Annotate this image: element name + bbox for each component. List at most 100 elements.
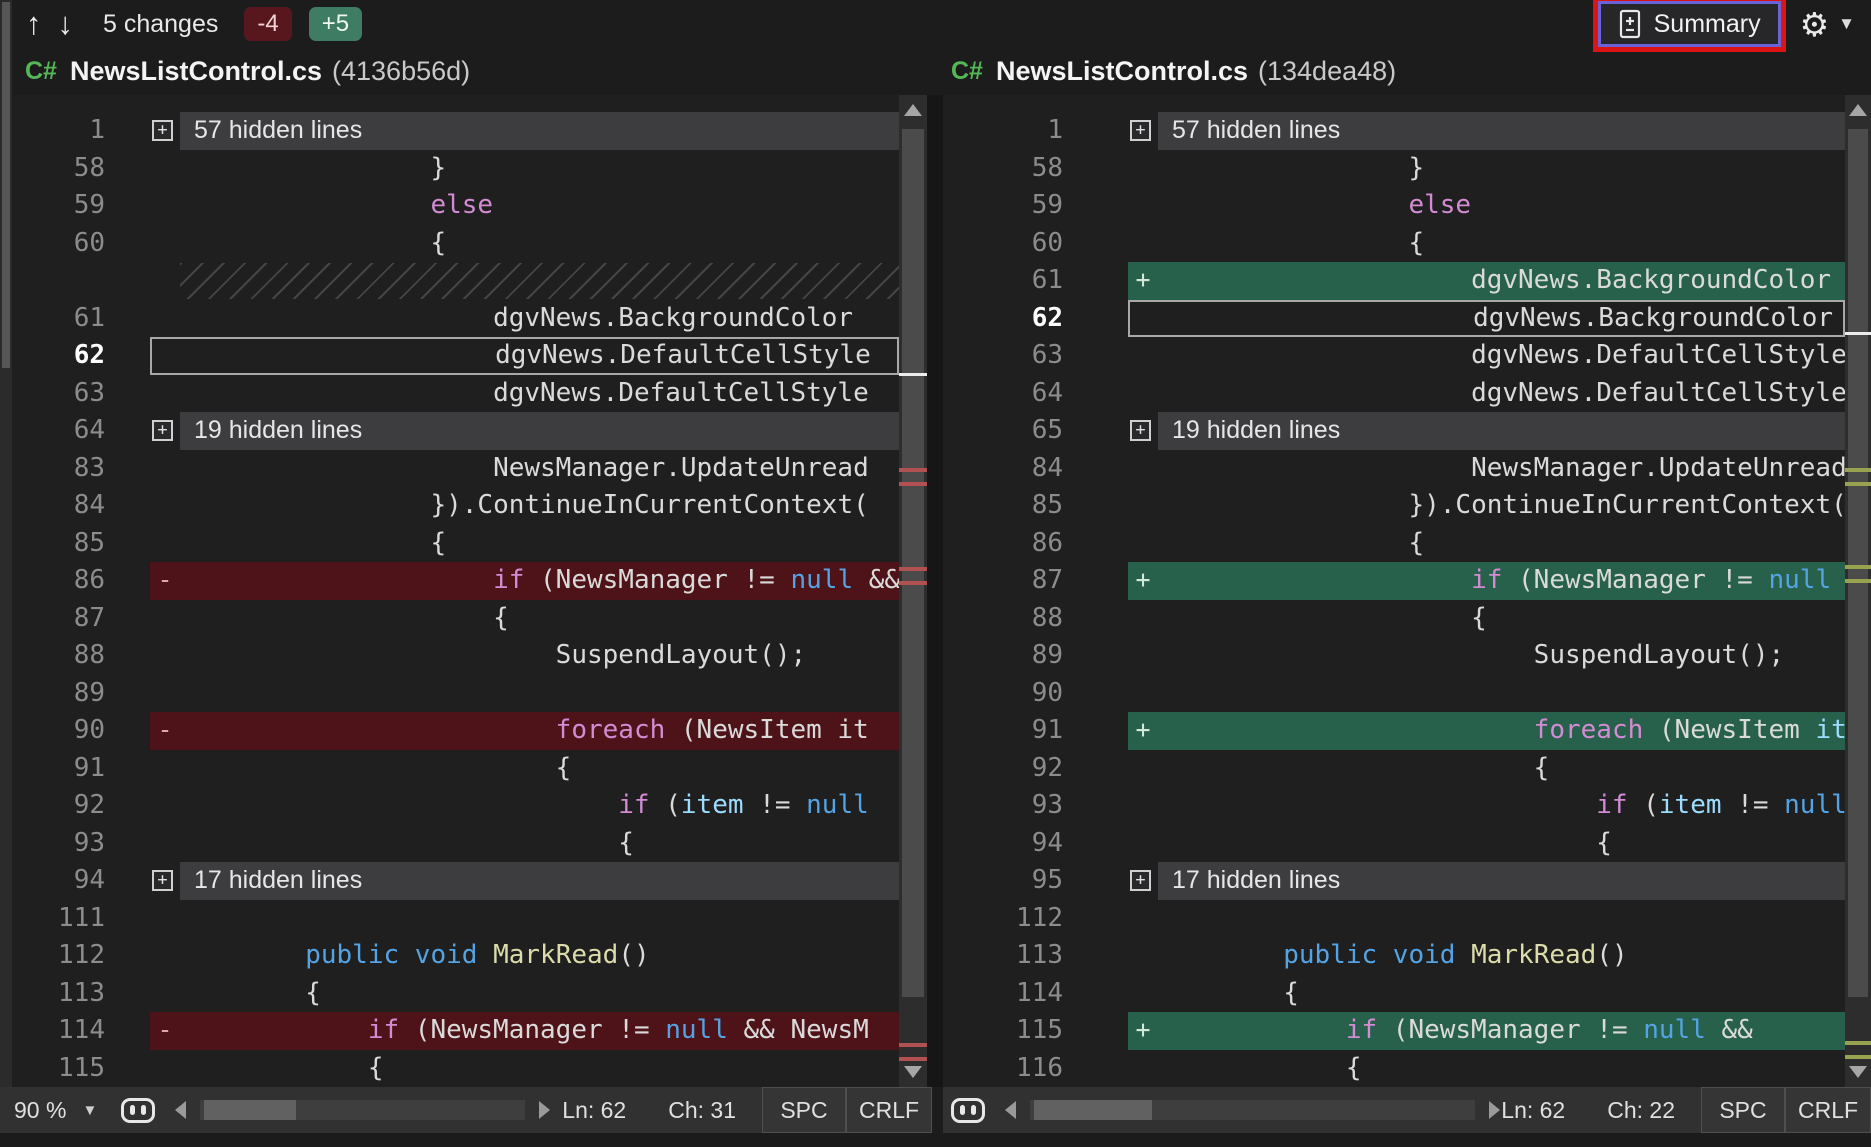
code-text: else (1128, 187, 1845, 225)
expand-hidden-lines-button[interactable]: + (1130, 420, 1151, 441)
gutter-spacer (1063, 750, 1128, 788)
line-number: 62 (12, 337, 105, 375)
expand-hidden-lines-button[interactable]: + (152, 870, 173, 891)
code-row: 112 (943, 900, 1845, 938)
copilot-icon[interactable] (121, 1098, 155, 1123)
code-row: 61dgvNews.BackgroundColor (12, 300, 899, 338)
hidden-lines-bar[interactable]: 17 hidden lines (1158, 862, 1845, 900)
code-row: 87{ (12, 600, 899, 638)
pane-divider (927, 95, 943, 1087)
line-ending-button[interactable]: CRLF (846, 1087, 932, 1133)
line-content: dgvNews.BackgroundColor (150, 300, 899, 338)
scroll-down-arrow-icon[interactable] (904, 1066, 922, 1078)
code-row: 113{ (12, 975, 899, 1013)
scroll-up-arrow-icon[interactable] (904, 104, 922, 116)
line-number (12, 262, 105, 300)
indentation-mode-button[interactable]: SPC (1701, 1087, 1785, 1133)
window-edge-scrollbar[interactable] (0, 0, 12, 1133)
line-number: 94 (943, 825, 1063, 863)
hidden-lines-row: 94+17 hidden lines (12, 862, 899, 900)
horizontal-scrollbar-thumb[interactable] (204, 1100, 296, 1120)
gutter-spacer (1063, 450, 1128, 488)
horizontal-scrollbar[interactable] (200, 1100, 525, 1120)
deleted-code-row: 86-if (NewsManager != null && (12, 562, 899, 600)
line-content: { (150, 825, 899, 863)
line-content: { (150, 750, 899, 788)
diff-viewer-window: ↑ ↓ 5 changes -4 +5 Summary ⚙ ▼ C# NewsL… (0, 0, 1871, 1147)
gutter-spacer (105, 150, 150, 188)
line-number: 63 (943, 337, 1063, 375)
scroll-right-arrow-icon[interactable] (1489, 1101, 1500, 1119)
expand-hidden-lines-button[interactable]: + (152, 120, 173, 141)
code-row: 89SuspendLayout(); (943, 637, 1845, 675)
horizontal-scrollbar[interactable] (1030, 1100, 1475, 1120)
line-number: 91 (12, 750, 105, 788)
gutter-spacer (1063, 112, 1128, 150)
code-text: if (NewsManager != null (1128, 562, 1845, 600)
line-content: { (150, 525, 899, 563)
line-number: 112 (943, 900, 1063, 938)
line-ending-button[interactable]: CRLF (1785, 1087, 1871, 1133)
zoom-level-select[interactable]: 90 % ▼ (14, 1097, 97, 1124)
expand-hidden-lines-button[interactable]: + (1130, 870, 1151, 891)
left-vertical-scrollbar[interactable] (899, 95, 927, 1087)
code-text: if (item != null (150, 787, 899, 825)
line-content: else (1128, 187, 1845, 225)
hidden-lines-bar[interactable]: 19 hidden lines (1158, 412, 1845, 450)
scrollbar-change-mark (899, 468, 927, 486)
right-diff-editor[interactable]: 1+57 hidden lines58}59else60{61+dgvNews.… (943, 95, 1845, 1087)
code-text: foreach (NewsItem it (150, 712, 899, 750)
right-vertical-scrollbar[interactable] (1845, 95, 1871, 1087)
line-number: 64 (12, 412, 105, 450)
line-content: if (item != null (150, 787, 899, 825)
scroll-left-arrow-icon[interactable] (175, 1101, 186, 1119)
code-text: public void MarkRead() (150, 937, 899, 975)
gutter-spacer (1063, 825, 1128, 863)
line-content: -foreach (NewsItem it (150, 712, 899, 750)
horizontal-scrollbar-thumb[interactable] (1034, 1100, 1152, 1120)
scrollbar-thumb[interactable] (1848, 129, 1868, 997)
code-row: 116{ (943, 1050, 1845, 1088)
next-change-button[interactable]: ↓ (58, 0, 74, 48)
copilot-icon[interactable] (951, 1098, 985, 1123)
line-number: 59 (943, 187, 1063, 225)
gutter-spacer (1063, 862, 1128, 900)
gutter-spacer (1063, 187, 1128, 225)
scroll-up-arrow-icon[interactable] (1849, 104, 1867, 116)
left-file-name: NewsListControl.cs (70, 56, 322, 87)
scrollbar-thumb[interactable] (902, 129, 924, 997)
added-code-row: 115+if (NewsManager != null && (943, 1012, 1845, 1050)
indentation-mode-button[interactable]: SPC (762, 1087, 846, 1133)
edge-scrollbar-thumb[interactable] (2, 2, 10, 368)
line-number: 86 (943, 525, 1063, 563)
code-row: 92if (item != null (12, 787, 899, 825)
gutter-spacer (105, 337, 150, 375)
added-code-row: 91+foreach (NewsItem item (943, 712, 1845, 750)
code-text: foreach (NewsItem item (1128, 712, 1845, 750)
scroll-left-arrow-icon[interactable] (1005, 1101, 1016, 1119)
hidden-lines-bar[interactable]: 17 hidden lines (180, 862, 899, 900)
code-text: }).ContinueInCurrentContext( (150, 487, 899, 525)
line-content: { (1128, 225, 1845, 263)
line-number: 93 (943, 787, 1063, 825)
previous-change-button[interactable]: ↑ (26, 0, 42, 48)
summary-button[interactable]: Summary (1598, 1, 1781, 47)
scrollbar-change-mark (1845, 565, 1871, 583)
code-row: 63dgvNews.DefaultCellStyle (943, 337, 1845, 375)
hidden-lines-bar[interactable]: 57 hidden lines (180, 112, 899, 150)
added-line-marker: + (1128, 712, 1158, 748)
scroll-down-arrow-icon[interactable] (1849, 1066, 1867, 1078)
hidden-lines-bar[interactable]: 19 hidden lines (180, 412, 899, 450)
line-number: 83 (12, 450, 105, 488)
expand-hidden-lines-button[interactable]: + (1130, 120, 1151, 141)
left-diff-editor[interactable]: 1+57 hidden lines58}59else60{61dgvNews.B… (12, 95, 899, 1087)
added-line-marker: + (1128, 562, 1158, 598)
gutter-spacer (105, 975, 150, 1013)
hidden-lines-bar[interactable]: 57 hidden lines (1158, 112, 1845, 150)
gutter-spacer (1063, 900, 1128, 938)
gutter-spacer (105, 862, 150, 900)
scroll-right-arrow-icon[interactable] (539, 1101, 550, 1119)
expand-hidden-lines-button[interactable]: + (152, 420, 173, 441)
deleted-code-row: 114-if (NewsManager != null && NewsM (12, 1012, 899, 1050)
settings-button[interactable]: ⚙ ▼ (1800, 5, 1855, 44)
